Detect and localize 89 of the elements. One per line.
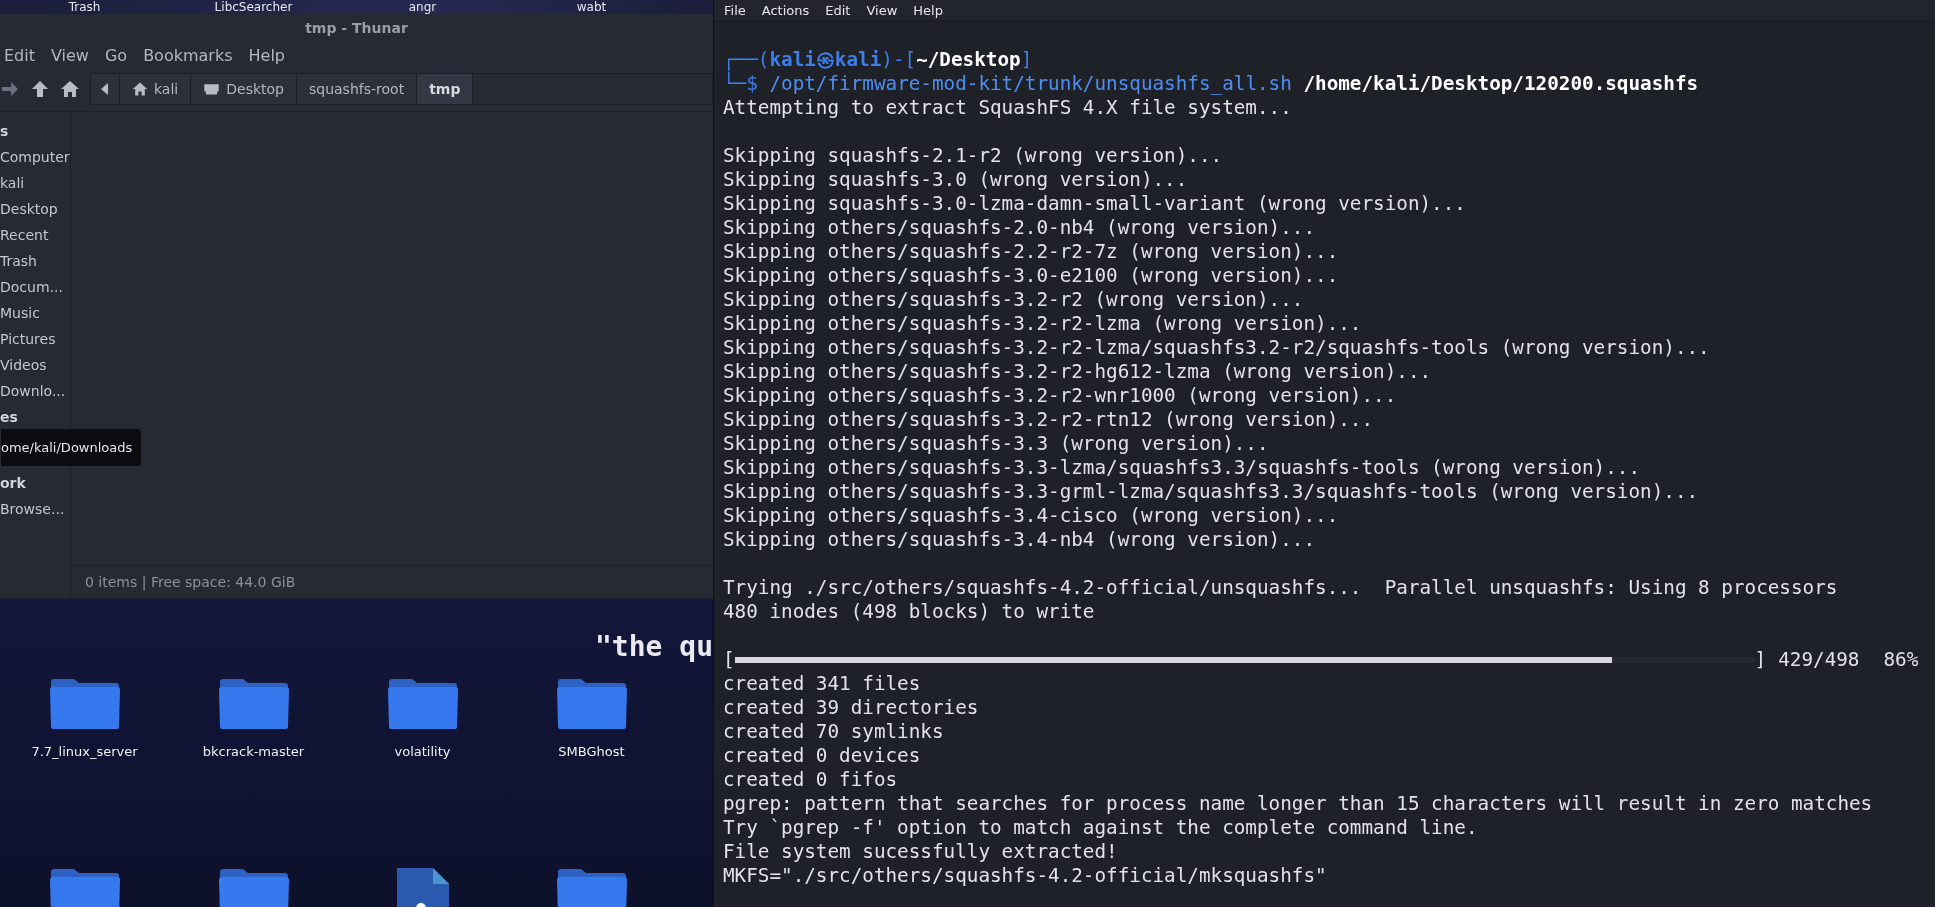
desktop-icon-label[interactable]: 7.7_linux_server xyxy=(31,744,138,759)
menu-item[interactable]: Edit xyxy=(825,2,851,18)
sidebar-item[interactable]: Trash xyxy=(0,248,70,274)
folder-icon[interactable] xyxy=(555,868,628,907)
bracket-text: [ xyxy=(723,648,735,672)
desktop-icon-label[interactable]: Trash xyxy=(68,0,101,14)
home-icon xyxy=(132,81,148,97)
folder-icon[interactable] xyxy=(555,678,628,730)
terminal-output-line: created 39 directories xyxy=(723,696,979,720)
bracket-text: ] xyxy=(1754,648,1767,672)
menu-item[interactable]: View xyxy=(866,2,898,18)
folder-icon[interactable] xyxy=(217,678,290,730)
terminal-output-line: Skipping others/squashfs-3.2-r2-rtn12 (wrong version)... xyxy=(723,408,1374,432)
desktop-icon-label[interactable]: LibcSearcher xyxy=(214,0,293,14)
terminal-output-line: Skipping others/squashfs-3.2-r2-wnr1000 (wrong version)... xyxy=(723,384,1397,408)
sidebar-item[interactable]: Music xyxy=(0,300,70,326)
sidebar-header: ork xyxy=(0,474,27,493)
progress-count: 429/498 xyxy=(1778,648,1860,672)
tooltip: ome/kali/Downloads xyxy=(0,428,143,467)
menu-item[interactable]: Help xyxy=(913,2,943,18)
terminal-output-line: Skipping squashfs-3.0-lzma-damn-small-variant (wrong version)... xyxy=(723,192,1466,216)
status-bar-text: 0 items | Free space: 44.0 GiB xyxy=(71,565,713,598)
terminal-output-line: Skipping others/squashfs-3.3-grml-lzma/squashfs3.3/squashfs-tools (wrong version)... xyxy=(723,480,1699,504)
sidebar-item[interactable]: Recent xyxy=(0,222,70,248)
wallpaper-quote: "the qu xyxy=(595,630,713,663)
terminal-output-line: pgrep: pattern that searches for process name longer than 15 characters will result in zero matches xyxy=(723,792,1873,816)
path-button[interactable]: Desktop xyxy=(191,74,297,104)
terminal-output-line: created 70 symlinks xyxy=(723,720,944,744)
terminal-prompt-line: ┌──(kali㉿kali)-[~/Desktop] xyxy=(723,48,1033,72)
menu-item[interactable]: File xyxy=(724,2,746,18)
sidebar-item[interactable]: Docum... xyxy=(0,274,70,300)
folder-icon[interactable] xyxy=(48,678,121,730)
terminal-output-line: created 0 devices xyxy=(723,744,921,768)
terminal-output-line: MKFS="./src/others/squashfs-4.2-official/mksquashfs" xyxy=(723,864,1327,888)
path-button[interactable]: kali xyxy=(120,74,192,104)
terminal-output-line: Skipping others/squashfs-2.2-r2-7z (wrong version)... xyxy=(723,240,1339,264)
terminal-output-line: Skipping squashfs-3.0 (wrong version)... xyxy=(723,168,1188,192)
forward-arrow-icon[interactable] xyxy=(0,79,20,99)
terminal-output-line: Skipping others/squashfs-3.4-nb4 (wrong version)... xyxy=(723,528,1316,552)
terminal-output-line: File system sucessfully extracted! xyxy=(723,840,1118,864)
terminal-output-line: Skipping others/squashfs-3.4-cisco (wrong version)... xyxy=(723,504,1339,528)
terminal-output-line: Attempting to extract SquashFS 4.X file system... xyxy=(723,96,1292,120)
sidebar-item[interactable]: Desktop xyxy=(0,196,70,222)
menu-item[interactable]: Actions xyxy=(761,2,810,18)
terminal-output-line: created 341 files xyxy=(723,672,921,696)
folder-icon[interactable] xyxy=(48,868,121,907)
terminal-output-line: Skipping others/squashfs-2.0-nb4 (wrong version)... xyxy=(723,216,1316,240)
terminal-output-line: Skipping squashfs-2.1-r2 (wrong version)... xyxy=(723,144,1223,168)
terminal-output-line: Trying ./src/others/squashfs-4.2-official/unsquashfs... Parallel unsquashfs: Using 8 processors xyxy=(723,576,1838,600)
terminal-output-line: Skipping others/squashfs-3.0-e2100 (wrong version)... xyxy=(723,264,1339,288)
path-button[interactable]: tmp xyxy=(417,74,474,104)
home-icon[interactable] xyxy=(60,79,80,99)
sidebar-item[interactable]: Computer xyxy=(0,144,70,170)
caret-left-icon xyxy=(101,83,109,95)
folder-icon[interactable] xyxy=(217,868,290,907)
desktop-icon-label[interactable]: wabt xyxy=(576,0,607,14)
sidebar-header: es xyxy=(0,408,19,427)
sidebar-item[interactable]: kali xyxy=(0,170,70,196)
scroll-left-button[interactable] xyxy=(91,74,120,104)
path-button[interactable]: squashfs-root xyxy=(297,74,418,104)
desktop-icon-label[interactable]: SMBGhost xyxy=(558,744,625,759)
sidebar-item[interactable]: Browse... xyxy=(0,496,70,522)
menu-item[interactable]: Help xyxy=(248,46,285,65)
terminal-output-line: Try `pgrep -f' option to match against the complete command line. xyxy=(723,816,1478,840)
menu-item[interactable]: Bookmarks xyxy=(143,46,233,65)
up-arrow-icon[interactable] xyxy=(30,79,50,99)
folder-icon[interactable] xyxy=(386,678,459,730)
sidebar-header: s xyxy=(0,122,10,141)
terminal-output-line: Skipping others/squashfs-3.2-r2-hg612-lzma (wrong version)... xyxy=(723,360,1432,384)
terminal-output-line: created 0 fifos xyxy=(723,768,898,792)
terminal-output-line: Skipping others/squashfs-3.2-r2-lzma/squashfs3.2-r2/squashfs-tools (wrong version)... xyxy=(723,336,1710,360)
window-title: tmp - Thunar xyxy=(304,19,409,38)
terminal-output-line: Skipping others/squashfs-3.2-r2 (wrong version)... xyxy=(723,288,1304,312)
desktop-icon-label[interactable]: angr xyxy=(408,0,437,14)
desktop-icon-label[interactable]: volatility xyxy=(394,744,451,759)
desktop-icon-label[interactable]: bkcrack-master xyxy=(202,744,305,759)
terminal-prompt-line: └─$ /opt/firmware-mod-kit/trunk/unsquashfs_all.sh /home/kali/Desktop/120200.squashfs xyxy=(723,72,1699,96)
sidebar-item[interactable]: Downlo... xyxy=(0,378,70,404)
drive-icon xyxy=(203,81,221,97)
terminal-output-line: 480 inodes (498 blocks) to write xyxy=(723,600,1095,624)
terminal-output-line: Skipping others/squashfs-3.3-lzma/squashfs3.3/squashfs-tools (wrong version)... xyxy=(723,456,1641,480)
menu-item[interactable]: Edit xyxy=(4,46,35,65)
progress-percent: 86% xyxy=(1883,648,1919,672)
sidebar-item[interactable]: Videos xyxy=(0,352,70,378)
terminal-output-line: Skipping others/squashfs-3.3 (wrong version)... xyxy=(723,432,1269,456)
sidebar-item[interactable]: Pictures xyxy=(0,326,70,352)
terminal-output-line: Skipping others/squashfs-3.2-r2-lzma (wrong version)... xyxy=(723,312,1362,336)
menu-item[interactable]: View xyxy=(51,46,89,65)
menu-item[interactable]: Go xyxy=(104,46,128,65)
